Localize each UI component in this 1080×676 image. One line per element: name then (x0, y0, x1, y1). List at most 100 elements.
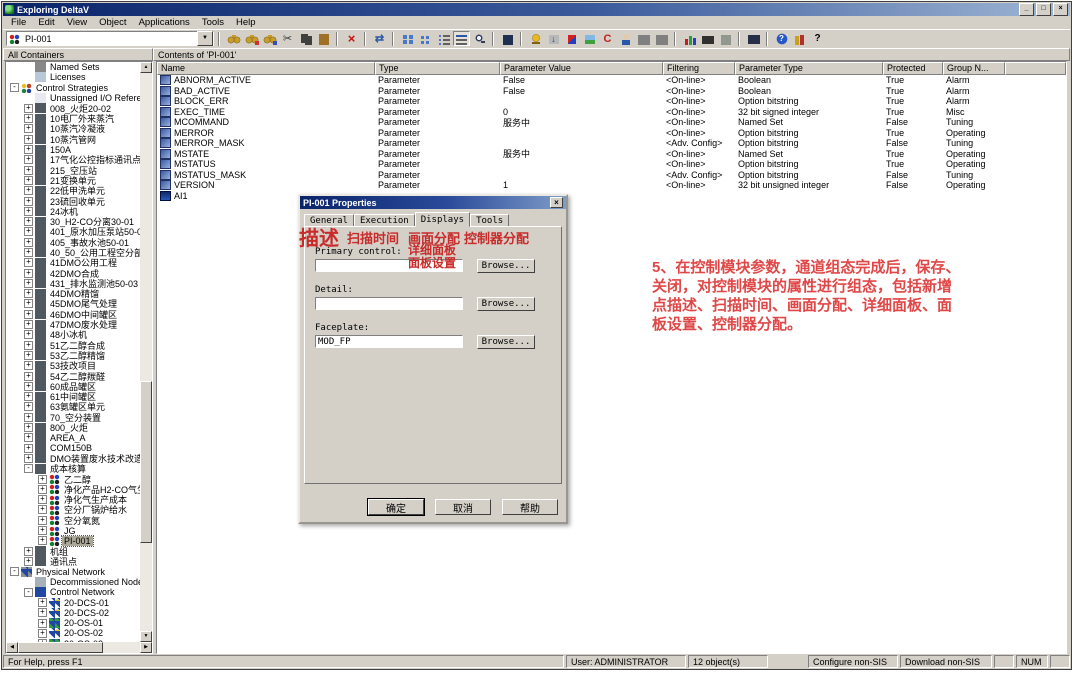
books-online-icon[interactable] (791, 31, 808, 46)
tree-item[interactable]: +800_火炬 (6, 422, 140, 432)
tree-expander-icon[interactable]: + (38, 505, 47, 514)
table-row[interactable]: MCOMMANDParameter服务中<On-line>Named SetFa… (157, 117, 1066, 128)
tree-expander-icon[interactable]: + (24, 227, 33, 236)
tree-expander-icon[interactable]: - (10, 567, 19, 576)
tree-expander-icon[interactable]: + (24, 361, 33, 370)
combo-dropdown-button[interactable]: ▼ (197, 31, 213, 46)
menu-item-applications[interactable]: Applications (133, 17, 196, 28)
field-input[interactable] (315, 335, 463, 348)
menu-item-help[interactable]: Help (230, 17, 262, 28)
copy-icon[interactable] (297, 31, 314, 46)
tree-expander-icon[interactable]: + (24, 279, 33, 288)
tree-expander-icon[interactable]: + (24, 433, 33, 442)
column-header-filtering[interactable]: Filtering (663, 62, 735, 75)
tree-expander-icon[interactable]: + (24, 155, 33, 164)
download-icon[interactable]: ↓ (545, 31, 562, 46)
tree-expander-icon[interactable]: + (24, 299, 33, 308)
dialog-button-取消[interactable]: 取消 (435, 499, 491, 515)
small-icons-view-icon[interactable] (417, 31, 434, 46)
tree-item[interactable]: +20-OS-02 (6, 628, 140, 638)
tree-expander-icon[interactable]: + (38, 475, 47, 484)
tree-expander-icon[interactable]: + (24, 248, 33, 257)
tree-expander-icon[interactable]: + (24, 217, 33, 226)
details-view-icon[interactable] (453, 31, 470, 46)
tree-expander-icon[interactable]: + (24, 258, 33, 267)
table-row[interactable]: MERRORParameter<On-line>Option bitstring… (157, 128, 1066, 139)
column-header-type[interactable]: Type (375, 62, 500, 75)
scroll-right-button[interactable]: ▶ (140, 642, 152, 653)
tree-item[interactable]: +通讯点 (6, 556, 140, 566)
tree-expander-icon[interactable]: + (24, 444, 33, 453)
tree-expander-icon[interactable]: + (24, 124, 33, 133)
title-bar[interactable]: Exploring DeltaV _□× (3, 3, 1070, 16)
dialog-close-icon[interactable]: × (550, 197, 563, 208)
tree-expander-icon[interactable]: + (24, 341, 33, 350)
filter-view-icon[interactable] (471, 31, 488, 46)
tree-expander-icon[interactable]: + (24, 166, 33, 175)
operator-icon[interactable] (617, 31, 634, 46)
tree-item[interactable]: +JG (6, 525, 140, 535)
table-row[interactable]: BAD_ACTIVEParameterFalse<On-line>Boolean… (157, 86, 1066, 97)
tree-item[interactable]: Licenses (6, 72, 140, 82)
tree-expander-icon[interactable]: + (38, 526, 47, 535)
tree-expander-icon[interactable]: + (24, 330, 33, 339)
restore-button[interactable]: □ (1036, 3, 1051, 16)
column-header-parameter-type[interactable]: Parameter Type (735, 62, 883, 75)
menu-item-edit[interactable]: Edit (32, 17, 60, 28)
menu-item-object[interactable]: Object (93, 17, 132, 28)
tree-expander-icon[interactable]: + (24, 135, 33, 144)
tree-expander-icon[interactable]: + (24, 207, 33, 216)
tree-expander-icon[interactable]: + (24, 557, 33, 566)
menu-item-view[interactable]: View (61, 17, 93, 28)
tree-expander-icon[interactable]: + (38, 619, 47, 628)
tree-expander-icon[interactable]: + (24, 413, 33, 422)
close-button[interactable]: × (1053, 3, 1068, 16)
tree-expander-icon[interactable]: + (24, 372, 33, 381)
user-manager-icon[interactable] (499, 31, 516, 46)
table-row[interactable]: MSTATUSParameter<On-line>Option bitstrin… (157, 159, 1066, 170)
tree-expander-icon[interactable]: + (38, 536, 47, 545)
table-row[interactable]: VERSIONParameter1<On-line>32 bit unsigne… (157, 180, 1066, 191)
tree-item[interactable]: +10蒸汽管网 (6, 134, 140, 144)
diagnostics-film-icon[interactable] (699, 31, 716, 46)
tree-expander-icon[interactable]: + (24, 402, 33, 411)
find-objects-icon[interactable] (225, 31, 242, 46)
tree-item[interactable]: Decommissioned Nodes (6, 577, 140, 587)
console-icon[interactable] (745, 31, 762, 46)
dialog-button-确定[interactable]: 确定 (368, 499, 424, 515)
tree-expander-icon[interactable]: + (24, 547, 33, 556)
tree-item[interactable]: +PI-001 (6, 536, 140, 546)
menu-item-tools[interactable]: Tools (196, 17, 230, 28)
tree-item[interactable]: +20-DCS-01 (6, 597, 140, 607)
tune-chart-icon[interactable] (681, 31, 698, 46)
tree-item[interactable]: +空分氧氮 (6, 515, 140, 525)
tree-vertical-scrollbar[interactable]: ▲ ▼ (140, 62, 152, 642)
tree-expander-icon[interactable]: + (38, 608, 47, 617)
bookmark-icon[interactable] (563, 31, 580, 46)
tree-item[interactable]: +20-OS-01 (6, 618, 140, 628)
large-icons-view-icon[interactable] (399, 31, 416, 46)
find-previous-icon[interactable] (261, 31, 278, 46)
column-header-name[interactable]: Name (157, 62, 375, 75)
tree-expander-icon[interactable]: + (38, 516, 47, 525)
device-icon[interactable] (717, 31, 734, 46)
tree-expander-icon[interactable]: - (10, 83, 19, 92)
browse-button[interactable]: Browse... (477, 259, 535, 273)
scroll-down-button[interactable]: ▼ (140, 631, 152, 642)
import-export-icon[interactable]: ⇄ (371, 31, 388, 46)
alarm-bell-icon[interactable] (527, 31, 544, 46)
dialog-title-bar[interactable]: PI-001 Properties × (300, 196, 566, 209)
field-input[interactable] (315, 297, 463, 310)
dialog-button-帮助[interactable]: 帮助 (502, 499, 558, 515)
table-row[interactable]: MSTATEParameter服务中<On-line>Named SetTrue… (157, 149, 1066, 160)
tree-expander-icon[interactable]: - (24, 588, 33, 597)
delete-icon[interactable]: × (343, 31, 360, 46)
scrollbar-thumb[interactable] (18, 642, 103, 653)
browse-button[interactable]: Browse... (477, 297, 535, 311)
menu-item-file[interactable]: File (5, 17, 32, 28)
tree-expander-icon[interactable]: + (24, 423, 33, 432)
module-selector-combo[interactable]: PI-001 ▼ (6, 31, 214, 46)
tree-expander-icon[interactable]: - (24, 464, 33, 473)
tree-expander-icon[interactable]: + (24, 454, 33, 463)
tree-expander-icon[interactable]: + (24, 104, 33, 113)
